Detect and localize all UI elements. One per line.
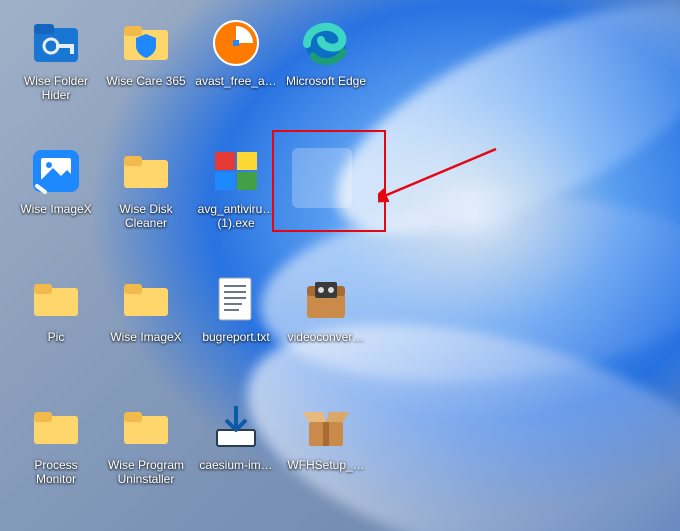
folder-icon <box>29 400 83 454</box>
icon-pic-folder[interactable]: Pic <box>12 266 100 392</box>
edge-icon <box>299 16 353 70</box>
folder-icon <box>119 144 173 198</box>
icon-bugreport-txt[interactable]: bugreport.txt <box>192 266 280 392</box>
icon-caesium-im[interactable]: caesium-im… <box>192 394 280 520</box>
icon-label: videoconver… <box>288 330 365 344</box>
icon-wise-folder-hider[interactable]: Wise Folder Hider <box>12 10 100 136</box>
folder-icon <box>119 400 173 454</box>
icon-wise-program-uninstaller[interactable]: Wise Program Uninstaller <box>102 394 190 520</box>
icon-label: avast_free_a… <box>195 74 276 88</box>
icon-videoconver[interactable]: videoconver… <box>282 266 370 392</box>
box-film-icon <box>299 272 353 326</box>
folder-key-icon <box>29 16 83 70</box>
icon-label: avg_antiviru…(1).exe <box>194 202 278 230</box>
icon-wise-disk-cleaner[interactable]: Wise Disk Cleaner <box>102 138 190 264</box>
icon-label: Wise Folder Hider <box>14 74 98 102</box>
text-doc-icon <box>209 272 263 326</box>
download-tray-icon <box>209 400 263 454</box>
icon-wfhsetup[interactable]: WFHSetup_… <box>282 394 370 520</box>
icon-wise-imagex[interactable]: Wise ImageX <box>12 138 100 264</box>
photo-app-icon <box>29 144 83 198</box>
icon-avg-antivirus[interactable]: avg_antiviru…(1).exe <box>192 138 280 264</box>
icon-wise-imagex-folder[interactable]: Wise ImageX <box>102 266 190 392</box>
icon-label: Wise Disk Cleaner <box>104 202 188 230</box>
icon-label: caesium-im… <box>199 458 272 472</box>
icon-label: Wise Care 365 <box>106 74 185 88</box>
icon-label: Microsoft Edge <box>286 74 366 88</box>
folder-icon <box>29 272 83 326</box>
icon-label: Wise ImageX <box>20 202 91 216</box>
folder-icon <box>119 272 173 326</box>
avast-icon <box>209 16 263 70</box>
icon-label: Process Monitor <box>14 458 98 486</box>
folder-shield-icon <box>119 16 173 70</box>
icon-label: bugreport.txt <box>202 330 269 344</box>
icon-wise-care-365[interactable]: Wise Care 365 <box>102 10 190 136</box>
icon-avast-free[interactable]: avast_free_a… <box>192 10 280 136</box>
box-open-icon <box>299 400 353 454</box>
icon-label: Wise Program Uninstaller <box>104 458 188 486</box>
icon-label: WFHSetup_… <box>287 458 364 472</box>
icon-process-monitor[interactable]: Process Monitor <box>12 394 100 520</box>
icon-microsoft-edge[interactable]: Microsoft Edge <box>282 10 370 136</box>
icon-label: Wise ImageX <box>110 330 181 344</box>
desktop[interactable]: Wise Folder Hider Wise Care 365 avast_fr… <box>0 0 680 531</box>
icon-label: Pic <box>48 330 65 344</box>
avg-icon <box>209 144 263 198</box>
